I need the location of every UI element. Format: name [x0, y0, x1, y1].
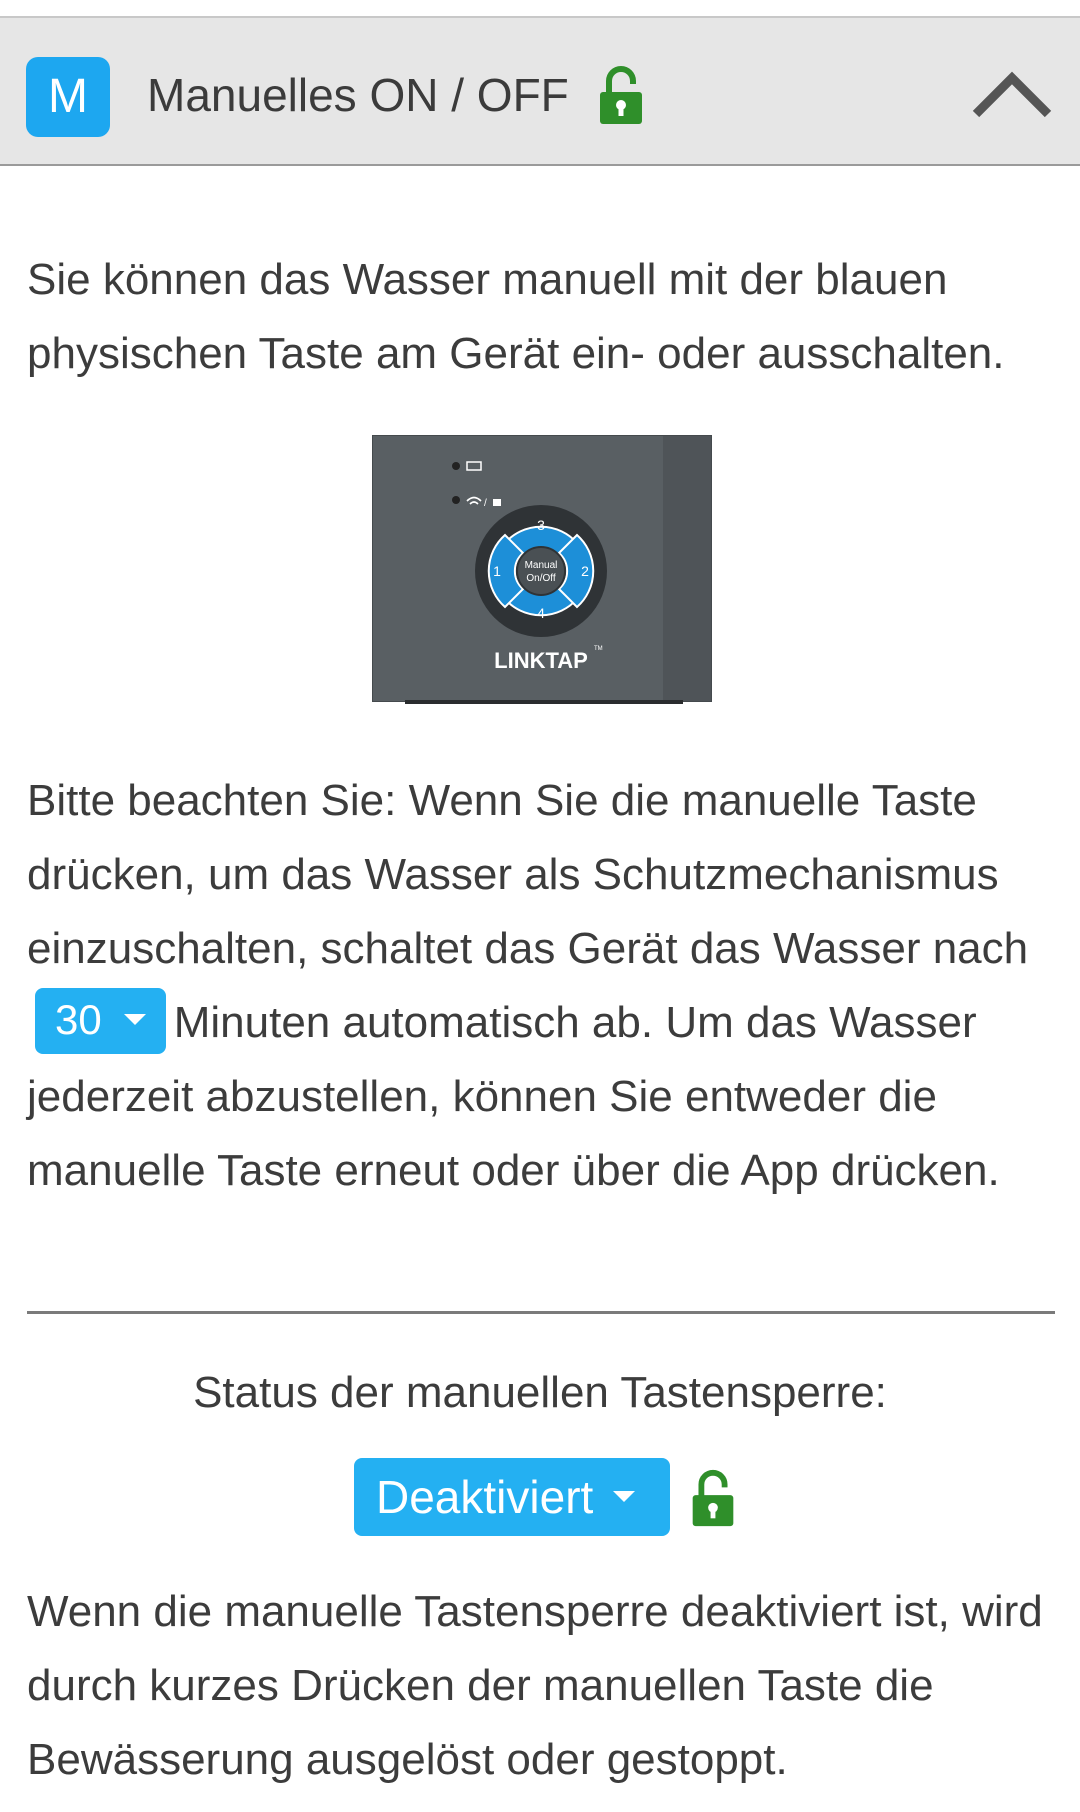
unlocked-padlock-icon — [600, 66, 642, 124]
device-button-2: 2 — [581, 563, 589, 579]
lock-description: Wenn die manuelle Tastensperre deaktivie… — [27, 1587, 1043, 1784]
minutes-value: 30 — [55, 996, 102, 1044]
caret-down-icon — [613, 1491, 636, 1503]
unlocked-padlock-icon — [692, 1470, 734, 1527]
section-title: Manuelles ON / OFF — [147, 69, 569, 121]
section-header[interactable]: M Manuelles ON / OFF — [0, 18, 1080, 166]
section-badge: M — [26, 57, 110, 137]
device-button-1: 1 — [493, 563, 501, 579]
intro-text: Sie können das Wasser manuell mit der bl… — [27, 255, 1005, 378]
divider — [27, 1311, 1055, 1314]
caret-down-icon — [123, 1013, 146, 1025]
device-center-label-2: On/Off — [526, 573, 555, 584]
top-strip — [0, 0, 1080, 18]
lock-status-value: Deaktiviert — [376, 1471, 594, 1523]
device-center-label-1: Manual — [525, 560, 558, 571]
device-brand-logo: LINKTAP — [494, 648, 588, 673]
note-text-before: Bitte beachten Sie: Wenn Sie die manuell… — [27, 776, 1029, 973]
lock-status-dropdown[interactable]: Deaktiviert — [354, 1458, 670, 1536]
chevron-up-icon[interactable] — [970, 68, 1054, 122]
lock-status-label: Status der manuellen Tastensperre: — [193, 1368, 887, 1417]
protection-note: Bitte beachten Sie: Wenn Sie die manuell… — [27, 764, 1067, 1208]
device-image: / 3 4 1 2 Manual On/Off LINKTAP TM — [372, 435, 712, 704]
device-button-4: 4 — [537, 605, 545, 621]
device-button-3: 3 — [537, 517, 545, 533]
device-brand-tm: TM — [594, 646, 603, 652]
minutes-dropdown[interactable]: 30 — [35, 988, 166, 1055]
svg-text:/: / — [484, 498, 487, 509]
note-text-after: Minuten automatisch ab. Um das Wasser je… — [27, 998, 1000, 1195]
